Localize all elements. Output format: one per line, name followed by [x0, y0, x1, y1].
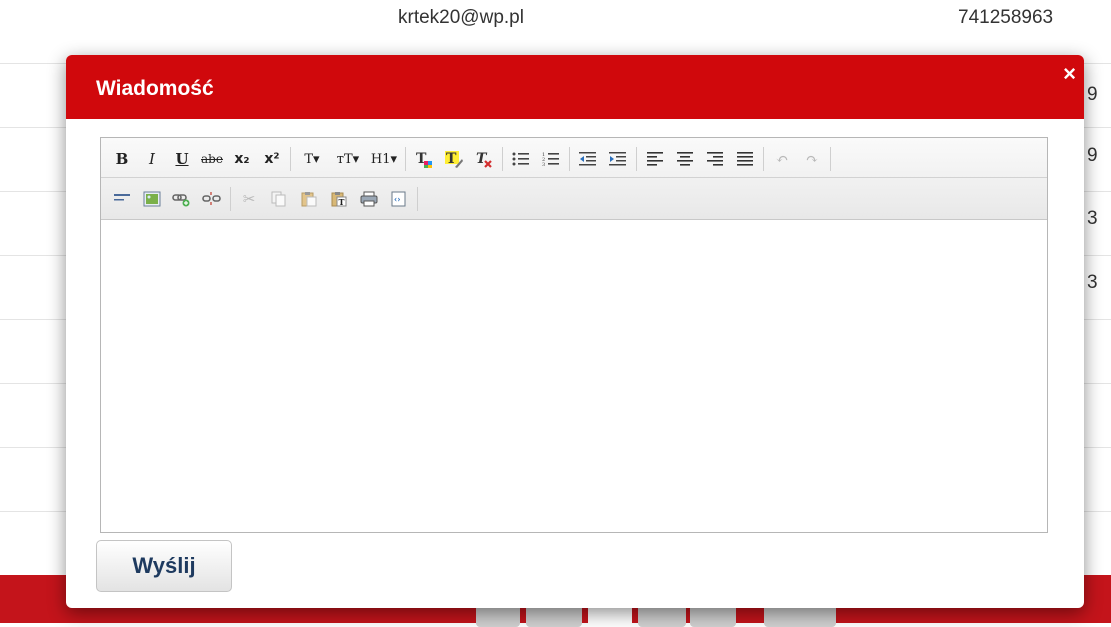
- remove-format-icon[interactable]: T: [472, 147, 496, 171]
- toolbar-row: ✂ T ‹›: [107, 182, 421, 216]
- svg-text:T: T: [339, 197, 345, 207]
- superscript-icon[interactable]: x²: [260, 147, 284, 171]
- svg-text:T: T: [446, 151, 457, 167]
- close-icon[interactable]: ×: [1063, 63, 1076, 85]
- toolbar-row: B I U abe x₂ x² T▾ тT▾ H1▾ T T T 1 2 3 ↶…: [107, 142, 834, 176]
- underline-icon[interactable]: U: [170, 147, 194, 171]
- toolbar-separator: [230, 187, 231, 211]
- source-icon[interactable]: ‹›: [387, 187, 411, 211]
- heading-icon[interactable]: H1▾: [369, 147, 399, 171]
- unlink-icon[interactable]: [200, 187, 224, 211]
- modal-header: Wiadomość ×: [66, 55, 1084, 119]
- horizontal-rule-icon[interactable]: [110, 187, 134, 211]
- toolbar-separator: [417, 187, 418, 211]
- image-icon[interactable]: [140, 187, 164, 211]
- font-family-icon[interactable]: T▾: [297, 147, 327, 171]
- svg-text:‹›: ‹›: [394, 194, 400, 204]
- indent-icon[interactable]: [606, 147, 630, 171]
- send-button[interactable]: Wyślij: [96, 540, 232, 592]
- toolbar-separator: [636, 147, 637, 171]
- align-center-icon[interactable]: [673, 147, 697, 171]
- undo-icon[interactable]: ↶: [770, 147, 794, 171]
- text-color-icon[interactable]: T: [412, 147, 436, 171]
- phone-cell-partial: 3: [1087, 208, 1098, 229]
- rich-text-editor: B I U abe x₂ x² T▾ тT▾ H1▾ T T T 1 2 3 ↶…: [100, 137, 1048, 533]
- toolbar-divider: [101, 177, 1047, 178]
- numbered-list-icon[interactable]: 123: [539, 147, 563, 171]
- editor-content-area[interactable]: [101, 220, 1047, 532]
- redo-icon[interactable]: ↷: [800, 147, 824, 171]
- copy-icon[interactable]: [267, 187, 291, 211]
- link-icon[interactable]: [170, 187, 194, 211]
- toolbar-separator: [290, 147, 291, 171]
- strikethrough-icon[interactable]: abe: [200, 147, 224, 171]
- message-modal: Wiadomość × B I U abe x₂ x² T▾ тT▾ H1▾ T: [66, 55, 1084, 608]
- toolbar-separator: [569, 147, 570, 171]
- outdent-icon[interactable]: [576, 147, 600, 171]
- highlight-icon[interactable]: T: [442, 147, 466, 171]
- phone-cell-partial: 9: [1087, 145, 1098, 166]
- paste-icon[interactable]: [297, 187, 321, 211]
- bullet-list-icon[interactable]: [509, 147, 533, 171]
- toolbar-separator: [763, 147, 764, 171]
- svg-text:3: 3: [542, 162, 545, 167]
- font-size-icon[interactable]: тT▾: [333, 147, 363, 171]
- align-left-icon[interactable]: [643, 147, 667, 171]
- cut-icon[interactable]: ✂: [237, 187, 261, 211]
- editor-toolbar: B I U abe x₂ x² T▾ тT▾ H1▾ T T T 1 2 3 ↶…: [101, 138, 1047, 220]
- email-cell: krtek20@wp.pl: [398, 7, 524, 28]
- italic-icon[interactable]: I: [140, 147, 164, 171]
- paste-text-icon[interactable]: T: [327, 187, 351, 211]
- subscript-icon[interactable]: x₂: [230, 147, 254, 171]
- justify-icon[interactable]: [733, 147, 757, 171]
- modal-title: Wiadomość: [96, 77, 214, 100]
- bold-icon[interactable]: B: [110, 147, 134, 171]
- align-right-icon[interactable]: [703, 147, 727, 171]
- print-icon[interactable]: [357, 187, 381, 211]
- toolbar-separator: [830, 147, 831, 171]
- toolbar-separator: [405, 147, 406, 171]
- phone-cell-partial: 3: [1087, 272, 1098, 293]
- phone-cell-partial: 9: [1087, 84, 1098, 105]
- toolbar-separator: [502, 147, 503, 171]
- phone-cell: 741258963: [958, 7, 1054, 28]
